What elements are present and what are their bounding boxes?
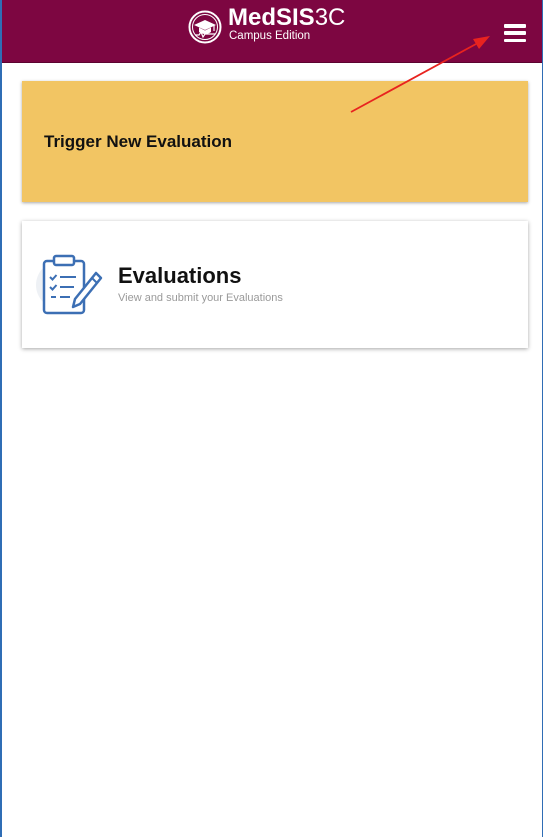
menu-bar-top	[504, 24, 526, 28]
hamburger-menu-icon[interactable]	[504, 24, 526, 42]
evaluations-title: Evaluations	[118, 263, 242, 288]
brand-title: MedSIS3C	[228, 6, 345, 30]
menu-bar-bottom	[504, 38, 526, 42]
brand-version: 3C	[314, 4, 346, 31]
clipboard-checklist-icon	[36, 254, 103, 315]
logo-text: MedSIS3C Campus Edition	[228, 6, 345, 43]
evaluations-subtitle: View and submit your Evaluations	[118, 292, 283, 304]
brand-name: MedSIS	[228, 4, 315, 31]
top-header-bar: MedSIS3C Campus Edition	[2, 0, 542, 63]
graduation-cap-emblem-icon	[188, 10, 222, 44]
trigger-new-evaluation-label: Trigger New Evaluation	[44, 132, 232, 151]
evaluations-card[interactable]: Evaluations View and submit your Evaluat…	[22, 221, 528, 348]
brand-subtitle: Campus Edition	[229, 30, 311, 42]
menu-bar-middle	[504, 31, 526, 35]
medsis-logo[interactable]: MedSIS3C Campus Edition	[188, 6, 345, 56]
trigger-new-evaluation-card[interactable]: Trigger New Evaluation	[22, 81, 528, 202]
app-frame: MedSIS3C Campus Edition Trigger New Eval…	[0, 0, 543, 837]
